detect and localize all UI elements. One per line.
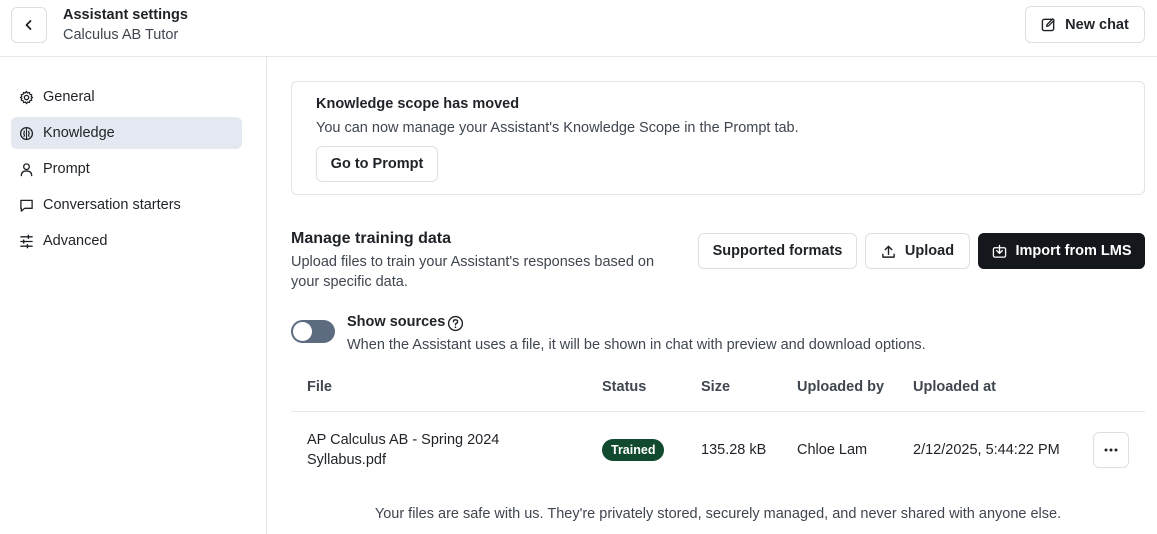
sidebar-item-label: Knowledge <box>43 125 115 141</box>
file-size: 135.28 kB <box>701 442 767 458</box>
show-sources-label: Show sources <box>347 314 446 330</box>
file-name[interactable]: AP Calculus AB - Spring 2024 Syllabus.pd… <box>307 430 537 470</box>
column-header-uploaded-at: Uploaded at <box>913 379 996 395</box>
sidebar-item-prompt[interactable]: Prompt <box>11 153 242 185</box>
status-badge: Trained <box>602 439 665 461</box>
column-header-file: File <box>307 379 332 395</box>
sidebar-item-label: Prompt <box>43 161 90 177</box>
notice-text: You can now manage your Assistant's Know… <box>316 120 799 136</box>
sidebar-item-general[interactable]: General <box>11 81 242 113</box>
gear-icon <box>19 90 34 104</box>
sidebar-item-knowledge[interactable]: Knowledge <box>11 117 242 149</box>
edit-square-icon <box>1041 18 1055 32</box>
brain-icon <box>19 126 34 140</box>
sidebar-item-label: General <box>43 89 95 105</box>
go-to-prompt-button[interactable]: Go to Prompt <box>316 146 438 182</box>
chevron-left-icon <box>25 20 32 30</box>
sidebar-item-conversation-starters[interactable]: Conversation starters <box>11 189 242 221</box>
show-sources-toggle[interactable] <box>291 320 335 343</box>
privacy-note: Your files are safe with us. They're pri… <box>374 506 1062 522</box>
column-header-uploaded-by: Uploaded by <box>797 379 885 395</box>
sidebar-item-label: Advanced <box>43 233 108 249</box>
column-header-status: Status <box>602 379 647 395</box>
sidebar-item-label: Conversation starters <box>43 197 181 213</box>
toggle-knob <box>293 322 312 341</box>
page-title: Assistant settings <box>63 7 188 23</box>
sidebar-item-advanced[interactable]: Advanced <box>11 225 242 257</box>
column-header-size: Size <box>701 379 731 395</box>
show-sources-description: When the Assistant uses a file, it will … <box>347 337 926 353</box>
message-square-icon <box>20 199 33 212</box>
section-title: Manage training data <box>291 230 452 247</box>
table-divider <box>291 411 1145 412</box>
more-horizontal-icon <box>1104 448 1118 452</box>
settings-sidebar: General Knowledge Prompt Conversation st… <box>0 57 267 534</box>
help-circle-icon <box>447 315 464 332</box>
upload-label: Upload <box>904 243 955 259</box>
help-button[interactable] <box>447 315 464 337</box>
import-icon <box>992 244 1006 258</box>
new-chat-label: New chat <box>1065 16 1129 33</box>
import-from-lms-button[interactable]: Import from LMS <box>978 233 1145 269</box>
uploaded-at: 2/12/2025, 5:44:22 PM <box>913 442 1060 458</box>
knowledge-scope-notice: Knowledge scope has moved You can now ma… <box>291 81 1145 195</box>
sliders-icon <box>20 234 33 248</box>
uploaded-by: Chloe Lam <box>797 442 868 458</box>
supported-formats-label: Supported formats <box>712 243 843 259</box>
row-actions-button[interactable] <box>1093 432 1129 468</box>
back-button[interactable] <box>11 7 47 43</box>
user-icon <box>20 162 33 176</box>
upload-button[interactable]: Upload <box>865 233 970 269</box>
notice-title: Knowledge scope has moved <box>316 96 520 112</box>
section-description: Upload files to train your Assistant's r… <box>291 254 655 290</box>
new-chat-button[interactable]: New chat <box>1025 6 1145 43</box>
page-header: Assistant settings Calculus AB Tutor New… <box>0 0 1157 57</box>
import-label: Import from LMS <box>1015 243 1132 259</box>
supported-formats-button[interactable]: Supported formats <box>698 233 857 269</box>
upload-icon <box>882 245 895 258</box>
assistant-name: Calculus AB Tutor <box>63 27 179 43</box>
